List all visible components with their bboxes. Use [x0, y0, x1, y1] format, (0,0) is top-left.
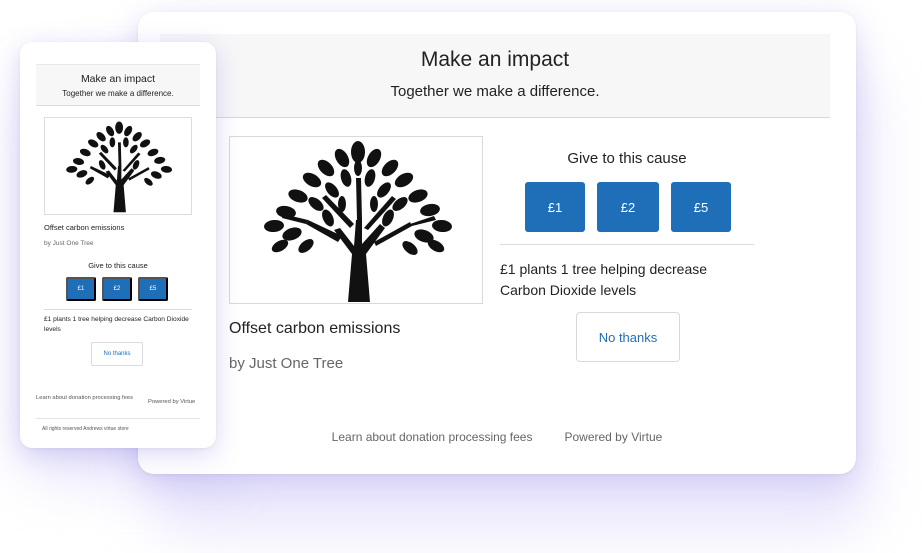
amount-2-button[interactable]: £2 [102, 277, 132, 301]
amount-5-button[interactable]: £5 [138, 277, 168, 301]
page-title: Make an impact [420, 48, 570, 71]
cause-image [44, 117, 192, 215]
cause-organization: by Just One Tree [44, 240, 94, 247]
amount-button-group: £1 £2 £5 [525, 182, 731, 232]
page-title: Make an impact [80, 73, 156, 85]
amount-5-button[interactable]: £5 [671, 182, 731, 232]
cause-title: Offset carbon emissions [44, 223, 125, 232]
donation-fees-link[interactable]: Learn about donation processing fees [332, 430, 533, 444]
amount-button-group: £1 £2 £5 [66, 277, 168, 301]
cause-title: Offset carbon emissions [229, 320, 401, 337]
cause-image [229, 136, 483, 304]
page-subtitle: Together we make a difference. [62, 89, 174, 98]
give-label: Give to this cause [567, 150, 687, 167]
widget-footer: Learn about donation processing fees Pow… [138, 430, 856, 444]
cause-organization: by Just One Tree [229, 355, 344, 372]
donation-fees-link[interactable]: Learn about donation processing fees [36, 395, 136, 402]
amount-2-button[interactable]: £2 [597, 182, 659, 232]
divider [500, 244, 754, 245]
give-label: Give to this cause [88, 261, 148, 270]
no-thanks-button[interactable]: No thanks [576, 312, 680, 362]
impact-text: £1 plants 1 tree helping decrease Carbon… [44, 316, 189, 333]
widget-header: Make an impact Together we make a differ… [160, 34, 830, 118]
copyright-text: All rights reserved Andrews virtue store [42, 426, 129, 432]
amount-1-button[interactable]: £1 [66, 277, 96, 301]
divider [44, 309, 192, 310]
widget-header: Make an impact Together we make a differ… [36, 64, 200, 106]
page-subtitle: Together we make a difference. [390, 83, 600, 100]
tree-icon [264, 141, 452, 302]
powered-by-link[interactable]: Powered by Virtue [564, 430, 662, 444]
footer-divider [36, 418, 200, 419]
desktop-donation-widget: Make an impact Together we make a differ… [138, 12, 856, 474]
amount-1-button[interactable]: £1 [525, 182, 585, 232]
mobile-donation-widget: Make an impact Together we make a differ… [20, 42, 216, 448]
impact-text: £1 plants 1 tree helping decrease Carbon… [500, 261, 708, 298]
no-thanks-button[interactable]: No thanks [91, 342, 143, 366]
tree-icon [66, 121, 173, 213]
powered-by-link[interactable]: Powered by Virtue [148, 399, 195, 405]
